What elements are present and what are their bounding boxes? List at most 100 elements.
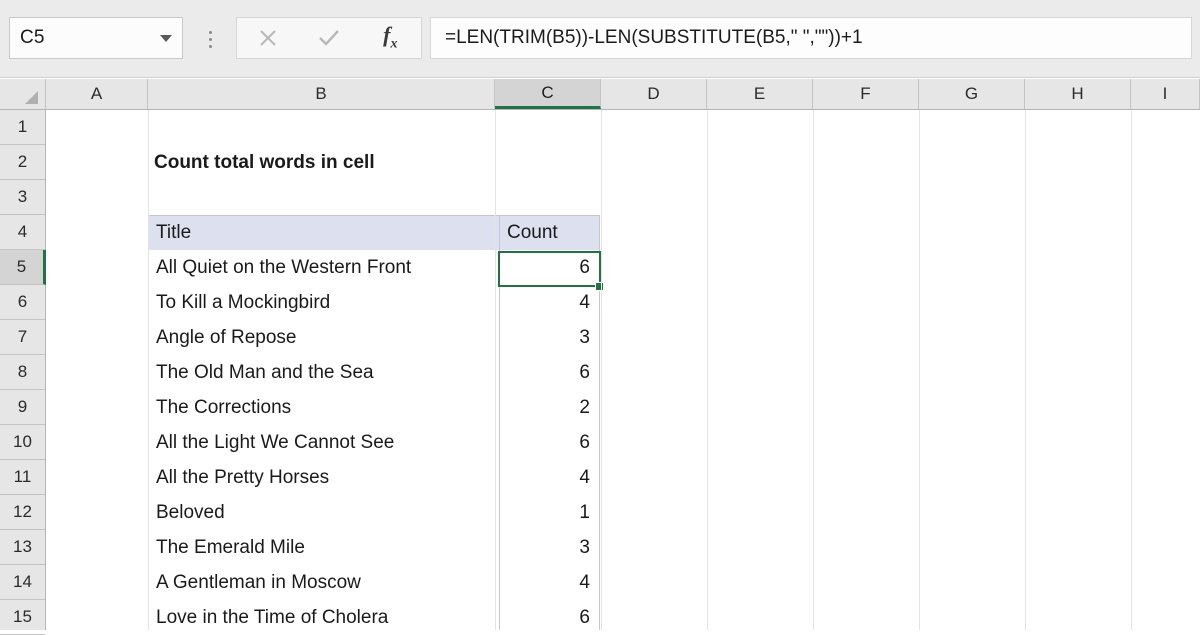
grid-column-line [148, 110, 149, 630]
column-header-g[interactable]: G [919, 79, 1025, 109]
table-row[interactable]: All the Pretty Horses [148, 460, 500, 496]
row-header-label: 3 [17, 187, 28, 206]
chevron-down-icon[interactable] [160, 34, 172, 42]
check-icon[interactable] [298, 18, 359, 58]
select-all-triangle-icon [25, 91, 38, 104]
table-row-text: To Kill a Mockingbird [156, 291, 331, 313]
grid-column-line [707, 110, 708, 630]
kebab-menu-icon[interactable] [203, 24, 217, 54]
table-row[interactable]: All Quiet on the Western Front [148, 250, 500, 286]
row-header-7[interactable]: 7 [0, 320, 45, 355]
table-row[interactable]: A Gentleman in Moscow [148, 565, 500, 601]
row-header-3[interactable]: 3 [0, 180, 45, 215]
column-header-a[interactable]: A [46, 79, 148, 109]
table-row-count[interactable]: 3 [499, 530, 600, 566]
table-row-count[interactable]: 6 [499, 355, 600, 391]
column-header-label: F [860, 84, 871, 103]
table-header-count[interactable]: Count [499, 215, 600, 251]
formula-action-buttons: fx [236, 17, 422, 59]
worksheet-grid[interactable]: Count total words in cell Title Count All … [47, 110, 1200, 630]
table-row-count[interactable]: 1 [499, 495, 600, 531]
row-header-4[interactable]: 4 [0, 215, 45, 250]
table-row-count[interactable]: 4 [499, 565, 600, 601]
row-header-label: 5 [16, 257, 27, 276]
column-header-label: A [90, 84, 103, 103]
grid-column-line [919, 110, 920, 630]
formula-text: =LEN(TRIM(B5))-LEN(SUBSTITUTE(B5," ","")… [445, 27, 863, 48]
table-row-count-text: 6 [579, 431, 590, 453]
row-header-2[interactable]: 2 [0, 145, 45, 180]
row-header-5[interactable]: 5 [0, 250, 46, 285]
row-header-label: 8 [17, 362, 28, 381]
column-header-label: B [315, 84, 327, 103]
fx-icon[interactable]: fx [360, 18, 421, 58]
table-row-count[interactable]: 2 [499, 390, 600, 426]
table-row[interactable]: Beloved [148, 495, 500, 531]
table-row-count-text: 6 [579, 606, 590, 628]
row-header-label: 15 [13, 607, 32, 626]
table-row-count[interactable]: 4 [499, 285, 600, 321]
table-row[interactable]: The Old Man and the Sea [148, 355, 500, 391]
formula-input[interactable]: =LEN(TRIM(B5))-LEN(SUBSTITUTE(B5," ","")… [430, 17, 1192, 59]
table-row[interactable]: The Emerald Mile [148, 530, 500, 566]
table-row[interactable]: To Kill a Mockingbird [148, 285, 500, 321]
row-header-9[interactable]: 9 [0, 390, 45, 425]
page-title: Count total words in cell [154, 152, 375, 173]
row-header-6[interactable]: 6 [0, 285, 45, 320]
grid-column-line [1131, 110, 1132, 630]
table-row-count[interactable]: 4 [499, 460, 600, 496]
row-header-label: 14 [13, 572, 32, 591]
row-header-13[interactable]: 13 [0, 530, 45, 565]
row-header-1[interactable]: 1 [0, 110, 45, 145]
row-header-11[interactable]: 11 [0, 460, 45, 495]
table-row-count-text: 6 [579, 361, 590, 383]
table-row-count[interactable]: 3 [499, 320, 600, 356]
name-box-value: C5 [20, 27, 45, 48]
column-header-d[interactable]: D [601, 79, 707, 109]
close-icon[interactable] [237, 18, 298, 58]
table-row-text: The Emerald Mile [156, 536, 305, 558]
column-header-label: I [1162, 84, 1168, 103]
table-row[interactable]: Angle of Repose [148, 320, 500, 356]
column-header-label: C [541, 82, 554, 102]
row-header-8[interactable]: 8 [0, 355, 45, 390]
select-all-corner[interactable] [0, 79, 46, 109]
table-row-text: All the Light We Cannot See [156, 431, 395, 453]
table-row-count[interactable]: 6 [499, 425, 600, 461]
row-header-14[interactable]: 14 [0, 565, 45, 600]
fill-handle[interactable] [595, 282, 604, 291]
name-box[interactable]: C5 [9, 17, 183, 59]
grid-column-line [601, 110, 602, 630]
row-header-label: 6 [17, 292, 28, 311]
column-header-c[interactable]: C [495, 79, 601, 109]
row-header-label: 4 [17, 222, 28, 241]
selected-cell-c5[interactable] [498, 251, 601, 287]
table-row[interactable]: All the Light We Cannot See [148, 425, 500, 461]
table-row-count-text: 4 [579, 291, 590, 313]
kebab-dot [208, 44, 212, 48]
table-row-count-text: 2 [579, 396, 590, 418]
table-row-text: All the Pretty Horses [156, 466, 330, 488]
column-header-h[interactable]: H [1025, 79, 1131, 109]
table-header-title-text: Title [156, 222, 192, 243]
kebab-dot [208, 30, 212, 34]
column-header-b[interactable]: B [148, 79, 495, 109]
row-header-bar: 1 2 3 4 5 6 7 8 9 10 11 12 13 14 15 [0, 110, 46, 635]
table-row[interactable]: The Corrections [148, 390, 500, 426]
table-row[interactable]: Love in the Time of Cholera [148, 600, 500, 630]
table-header-title[interactable]: Title [148, 215, 500, 251]
row-header-10[interactable]: 10 [0, 425, 45, 460]
table-row-count[interactable]: 6 [499, 600, 600, 630]
column-header-i[interactable]: I [1131, 79, 1200, 109]
column-header-e[interactable]: E [707, 79, 813, 109]
grid-column-line [813, 110, 814, 630]
column-header-f[interactable]: F [813, 79, 919, 109]
table-header-count-text: Count [507, 222, 558, 243]
column-header-label: H [1071, 84, 1084, 103]
grid-column-line [495, 110, 496, 630]
kebab-dot [208, 37, 212, 41]
row-header-label: 9 [17, 397, 28, 416]
table-row-text: The Old Man and the Sea [156, 361, 374, 383]
table-row-text: All Quiet on the Western Front [156, 256, 412, 278]
row-header-12[interactable]: 12 [0, 495, 45, 530]
